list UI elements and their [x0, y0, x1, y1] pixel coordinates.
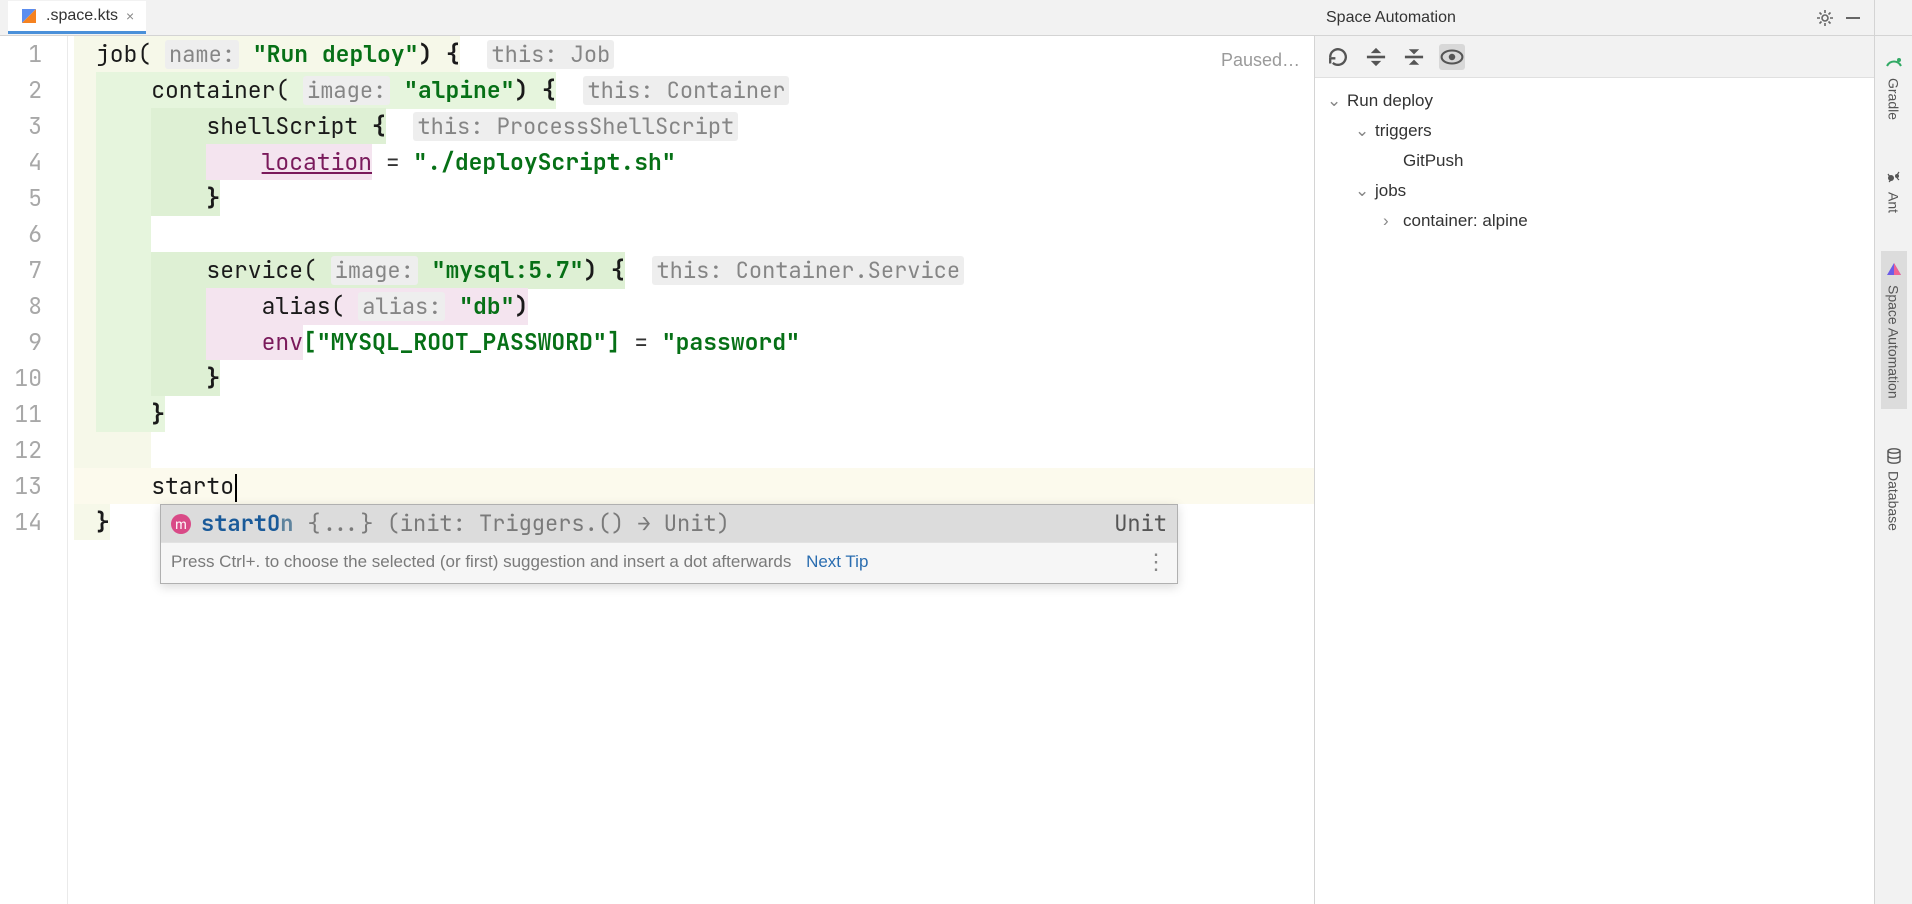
space-icon — [1885, 261, 1903, 279]
tree-trigger-item[interactable]: GitPush — [1327, 146, 1862, 176]
autocomplete-hint: Press Ctrl+. to choose the selected (or … — [161, 542, 1177, 583]
gradle-icon — [1885, 54, 1903, 72]
tree-job-item[interactable]: ›container: alpine — [1327, 206, 1862, 236]
tab-filename: .space.kts — [46, 7, 118, 25]
autocomplete-return-type: Unit — [1114, 509, 1167, 538]
expand-all-icon[interactable] — [1363, 44, 1389, 70]
editor[interactable]: 1 2 3 4 5 6 7 8 9 10 11 12 13 14 Paused…… — [0, 36, 1314, 904]
collapse-all-icon[interactable] — [1401, 44, 1427, 70]
space-automation-panel: ⌄Run deploy ⌄triggers GitPush ⌄jobs ›con… — [1314, 36, 1874, 904]
chevron-down-icon: ⌄ — [1355, 116, 1369, 146]
autocomplete-popup: m startOn {...} (init: Triggers.() → Uni… — [160, 504, 1178, 584]
more-icon[interactable]: ⋮ — [1145, 549, 1167, 575]
tab-bar: .space.kts × — [0, 0, 1314, 35]
tab-close-icon[interactable]: × — [126, 8, 134, 24]
panel-toolbar — [1315, 36, 1874, 78]
minimize-icon[interactable] — [1844, 9, 1862, 27]
panel-header: Space Automation — [1314, 0, 1874, 35]
chevron-right-icon: › — [1383, 206, 1397, 236]
tree-triggers[interactable]: ⌄triggers — [1327, 116, 1862, 146]
tree-root[interactable]: ⌄Run deploy — [1327, 86, 1862, 116]
ant-icon — [1885, 168, 1903, 186]
rail-ant[interactable]: Ant — [1881, 158, 1907, 223]
rail-space-automation[interactable]: Space Automation — [1881, 251, 1907, 409]
panel-title: Space Automation — [1326, 9, 1808, 27]
chevron-down-icon: ⌄ — [1355, 176, 1369, 206]
database-icon — [1885, 447, 1903, 465]
autocomplete-item[interactable]: m startOn {...} (init: Triggers.() → Uni… — [161, 505, 1177, 542]
automation-tree: ⌄Run deploy ⌄triggers GitPush ⌄jobs ›con… — [1315, 78, 1874, 244]
right-tool-rail: Gradle Ant Space Automation Database — [1874, 36, 1912, 904]
autocomplete-signature: {...} (init: Triggers.() → Unit) — [307, 509, 729, 538]
preview-icon[interactable] — [1439, 44, 1465, 70]
kotlin-file-icon — [20, 7, 38, 25]
file-tab[interactable]: .space.kts × — [8, 1, 146, 34]
rail-gradle[interactable]: Gradle — [1881, 44, 1907, 130]
text-caret — [235, 474, 237, 502]
rail-database[interactable]: Database — [1881, 437, 1907, 541]
fold-gutter — [54, 36, 68, 904]
tree-jobs[interactable]: ⌄jobs — [1327, 176, 1862, 206]
method-icon: m — [171, 514, 191, 534]
refresh-icon[interactable] — [1325, 44, 1351, 70]
line-number-gutter: 1 2 3 4 5 6 7 8 9 10 11 12 13 14 — [0, 36, 54, 904]
chevron-down-icon: ⌄ — [1327, 86, 1341, 116]
gear-icon[interactable] — [1816, 9, 1834, 27]
code-area[interactable]: Paused… job( name: "Run deploy") { this:… — [68, 36, 1314, 904]
next-tip-link[interactable]: Next Tip — [806, 552, 868, 571]
